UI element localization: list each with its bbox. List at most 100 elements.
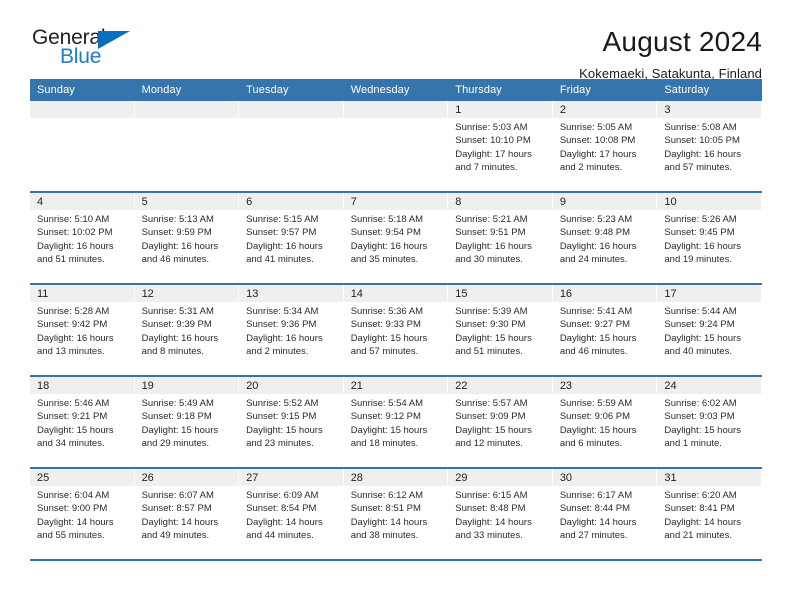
weekday-header-thursday: Thursday: [448, 79, 553, 101]
calendar-day-cell[interactable]: 10 Sunrise: 5:26 AM Sunset: 9:45 PM Dayligh…: [657, 192, 762, 284]
day-detail-daylight2: and 18 minutes.: [350, 437, 419, 449]
calendar-day-cell[interactable]: 5 Sunrise: 5:13 AM Sunset: 9:59 PM Daylight…: [134, 192, 240, 284]
day-detail-sunrise: Sunrise: 5:28 AM: [37, 306, 110, 317]
day-details: Sunrise: 5:28 AM Sunset: 9:42 PM Daylight:…: [30, 302, 134, 358]
calendar-day-cell[interactable]: 23 Sunrise: 5:59 AM Sunset: 9:06 PM Dayligh…: [552, 376, 658, 468]
logo-triangle-icon: [98, 31, 130, 49]
day-number: 9: [552, 193, 657, 210]
day-detail-daylight2: and 8 minutes.: [141, 345, 204, 357]
day-cell-inner: 15 Sunrise: 5:39 AM Sunset: 9:30 PM Dayligh…: [448, 285, 553, 375]
day-number: 8: [448, 193, 552, 210]
day-cell-inner: 22 Sunrise: 5:57 AM Sunset: 9:09 PM Dayligh…: [448, 377, 553, 467]
calendar-day-cell[interactable]: 3 Sunrise: 5:08 AM Sunset: 10:05 PM Dayligh…: [657, 101, 762, 192]
calendar-day-cell[interactable]: 29 Sunrise: 6:15 AM Sunset: 8:48 PM Dayligh…: [448, 468, 553, 560]
day-number: 17: [657, 285, 761, 302]
day-detail-sunrise: Sunrise: 5:08 AM: [664, 122, 737, 133]
day-number: 26: [134, 469, 239, 486]
day-detail-sunrise: Sunrise: 5:54 AM: [350, 398, 424, 409]
day-detail-sunset: Sunset: 9:15 PM: [246, 411, 317, 423]
day-detail-daylight1: Daylight: 16 hours: [664, 240, 741, 252]
day-detail-sunset: Sunset: 10:02 PM: [37, 227, 113, 239]
calendar-day-cell[interactable]: 16 Sunrise: 5:41 AM Sunset: 9:27 PM Dayligh…: [552, 284, 658, 376]
day-detail-sunset: Sunset: 9:30 PM: [455, 319, 526, 331]
calendar-day-cell[interactable]: 25 Sunrise: 6:04 AM Sunset: 9:00 PM Dayligh…: [30, 468, 135, 560]
day-details: Sunrise: 5:46 AM Sunset: 9:21 PM Daylight:…: [30, 394, 134, 450]
calendar-day-cell[interactable]: 18 Sunrise: 5:46 AM Sunset: 9:21 PM Dayligh…: [30, 376, 135, 468]
day-detail-daylight1: Daylight: 16 hours: [664, 148, 741, 160]
day-cell-inner: 25 Sunrise: 6:04 AM Sunset: 9:00 PM Dayligh…: [30, 469, 135, 559]
day-detail-sunrise: Sunrise: 5:34 AM: [246, 306, 319, 317]
day-detail-daylight2: and 35 minutes.: [350, 253, 419, 265]
day-detail-daylight2: and 57 minutes.: [664, 161, 732, 173]
calendar-cell-empty: [30, 101, 135, 192]
day-number: [343, 101, 448, 118]
day-detail-daylight2: and 27 minutes.: [559, 529, 628, 541]
day-detail-sunrise: Sunrise: 5:18 AM: [350, 214, 424, 225]
calendar-day-cell[interactable]: 4 Sunrise: 5:10 AM Sunset: 10:02 PM Dayligh…: [30, 192, 135, 284]
day-number: 28: [343, 469, 448, 486]
day-cell-inner: 17 Sunrise: 5:44 AM Sunset: 9:24 PM Dayligh…: [657, 285, 762, 375]
day-detail-sunrise: Sunrise: 5:10 AM: [37, 214, 110, 225]
calendar-day-cell[interactable]: 9 Sunrise: 5:23 AM Sunset: 9:48 PM Daylight…: [552, 192, 658, 284]
day-detail-sunset: Sunset: 9:45 PM: [664, 227, 735, 239]
calendar-day-cell[interactable]: 22 Sunrise: 5:57 AM Sunset: 9:09 PM Dayligh…: [448, 376, 553, 468]
day-detail-sunrise: Sunrise: 5:46 AM: [37, 398, 110, 409]
calendar-day-cell[interactable]: 6 Sunrise: 5:15 AM Sunset: 9:57 PM Daylight…: [239, 192, 344, 284]
calendar-day-cell[interactable]: 26 Sunrise: 6:07 AM Sunset: 8:57 PM Dayligh…: [134, 468, 240, 560]
calendar-day-cell[interactable]: 2 Sunrise: 5:05 AM Sunset: 10:08 PM Dayligh…: [552, 101, 658, 192]
calendar-day-cell[interactable]: 14 Sunrise: 5:36 AM Sunset: 9:33 PM Dayligh…: [343, 284, 449, 376]
day-detail-sunrise: Sunrise: 6:15 AM: [455, 490, 528, 501]
day-details: Sunrise: 6:09 AM Sunset: 8:54 PM Daylight:…: [239, 486, 343, 542]
day-detail-sunset: Sunset: 10:10 PM: [455, 135, 531, 147]
calendar-day-cell[interactable]: 28 Sunrise: 6:12 AM Sunset: 8:51 PM Dayligh…: [343, 468, 449, 560]
day-detail-daylight2: and 30 minutes.: [455, 253, 523, 265]
day-cell-inner: 23 Sunrise: 5:59 AM Sunset: 9:06 PM Dayligh…: [552, 377, 658, 467]
day-details: Sunrise: 5:26 AM Sunset: 9:45 PM Daylight:…: [657, 210, 761, 266]
day-detail-sunset: Sunset: 9:39 PM: [141, 319, 212, 331]
day-detail-sunset: Sunset: 9:51 PM: [455, 227, 526, 239]
day-cell-inner: 18 Sunrise: 5:46 AM Sunset: 9:21 PM Dayligh…: [30, 377, 135, 467]
day-number: 25: [30, 469, 134, 486]
day-detail-daylight1: Daylight: 16 hours: [559, 240, 637, 252]
calendar-day-cell[interactable]: 27 Sunrise: 6:09 AM Sunset: 8:54 PM Dayligh…: [239, 468, 344, 560]
day-detail-sunrise: Sunrise: 5:49 AM: [141, 398, 214, 409]
day-detail-daylight1: Daylight: 16 hours: [350, 240, 428, 252]
day-cell-inner: 6 Sunrise: 5:15 AM Sunset: 9:57 PM Daylight…: [239, 193, 344, 283]
day-number: 11: [30, 285, 134, 302]
day-detail-sunset: Sunset: 8:48 PM: [455, 503, 526, 515]
day-cell-inner: 16 Sunrise: 5:41 AM Sunset: 9:27 PM Dayligh…: [552, 285, 658, 375]
day-cell-inner: 27 Sunrise: 6:09 AM Sunset: 8:54 PM Dayligh…: [239, 469, 344, 559]
day-detail-sunset: Sunset: 9:33 PM: [350, 319, 421, 331]
day-cell-inner: 28 Sunrise: 6:12 AM Sunset: 8:51 PM Dayligh…: [343, 469, 449, 559]
day-detail-daylight2: and 12 minutes.: [455, 437, 523, 449]
calendar-day-cell[interactable]: 12 Sunrise: 5:31 AM Sunset: 9:39 PM Dayligh…: [134, 284, 240, 376]
day-detail-daylight1: Daylight: 15 hours: [664, 424, 741, 436]
day-detail-sunset: Sunset: 9:27 PM: [559, 319, 631, 331]
day-details: Sunrise: 5:08 AM Sunset: 10:05 PM Daylight…: [657, 118, 761, 174]
calendar-day-cell[interactable]: 13 Sunrise: 5:34 AM Sunset: 9:36 PM Dayligh…: [239, 284, 344, 376]
calendar-day-cell[interactable]: 19 Sunrise: 5:49 AM Sunset: 9:18 PM Dayligh…: [134, 376, 240, 468]
calendar-day-cell[interactable]: 8 Sunrise: 5:21 AM Sunset: 9:51 PM Daylight…: [448, 192, 553, 284]
calendar-day-cell[interactable]: 21 Sunrise: 5:54 AM Sunset: 9:12 PM Dayligh…: [343, 376, 449, 468]
day-detail-sunrise: Sunrise: 5:52 AM: [246, 398, 319, 409]
day-number: 22: [448, 377, 552, 394]
calendar-day-cell[interactable]: 30 Sunrise: 6:17 AM Sunset: 8:44 PM Dayligh…: [552, 468, 658, 560]
day-detail-daylight1: Daylight: 14 hours: [455, 516, 532, 528]
calendar-day-cell[interactable]: 24 Sunrise: 6:02 AM Sunset: 9:03 PM Dayligh…: [657, 376, 762, 468]
day-number: 16: [552, 285, 657, 302]
calendar-day-cell[interactable]: 31 Sunrise: 6:20 AM Sunset: 8:41 PM Dayligh…: [657, 468, 762, 560]
calendar-day-cell[interactable]: 1 Sunrise: 5:03 AM Sunset: 10:10 PM Dayligh…: [448, 101, 553, 192]
calendar-day-cell[interactable]: 20 Sunrise: 5:52 AM Sunset: 9:15 PM Dayligh…: [239, 376, 344, 468]
calendar-day-cell[interactable]: 15 Sunrise: 5:39 AM Sunset: 9:30 PM Dayligh…: [448, 284, 553, 376]
calendar-day-cell[interactable]: 17 Sunrise: 5:44 AM Sunset: 9:24 PM Dayligh…: [657, 284, 762, 376]
general-blue-logo[interactable]: General Blue: [30, 26, 150, 72]
day-detail-daylight1: Daylight: 15 hours: [455, 332, 532, 344]
calendar-day-cell[interactable]: 11 Sunrise: 5:28 AM Sunset: 9:42 PM Dayligh…: [30, 284, 135, 376]
calendar-day-cell[interactable]: 7 Sunrise: 5:18 AM Sunset: 9:54 PM Daylight…: [343, 192, 449, 284]
day-detail-daylight2: and 19 minutes.: [664, 253, 732, 265]
day-number: 10: [657, 193, 761, 210]
day-detail-daylight2: and 49 minutes.: [141, 529, 210, 541]
weekday-header-wednesday: Wednesday: [343, 79, 449, 101]
day-details: Sunrise: 5:03 AM Sunset: 10:10 PM Daylight…: [448, 118, 552, 174]
day-number: 15: [448, 285, 552, 302]
